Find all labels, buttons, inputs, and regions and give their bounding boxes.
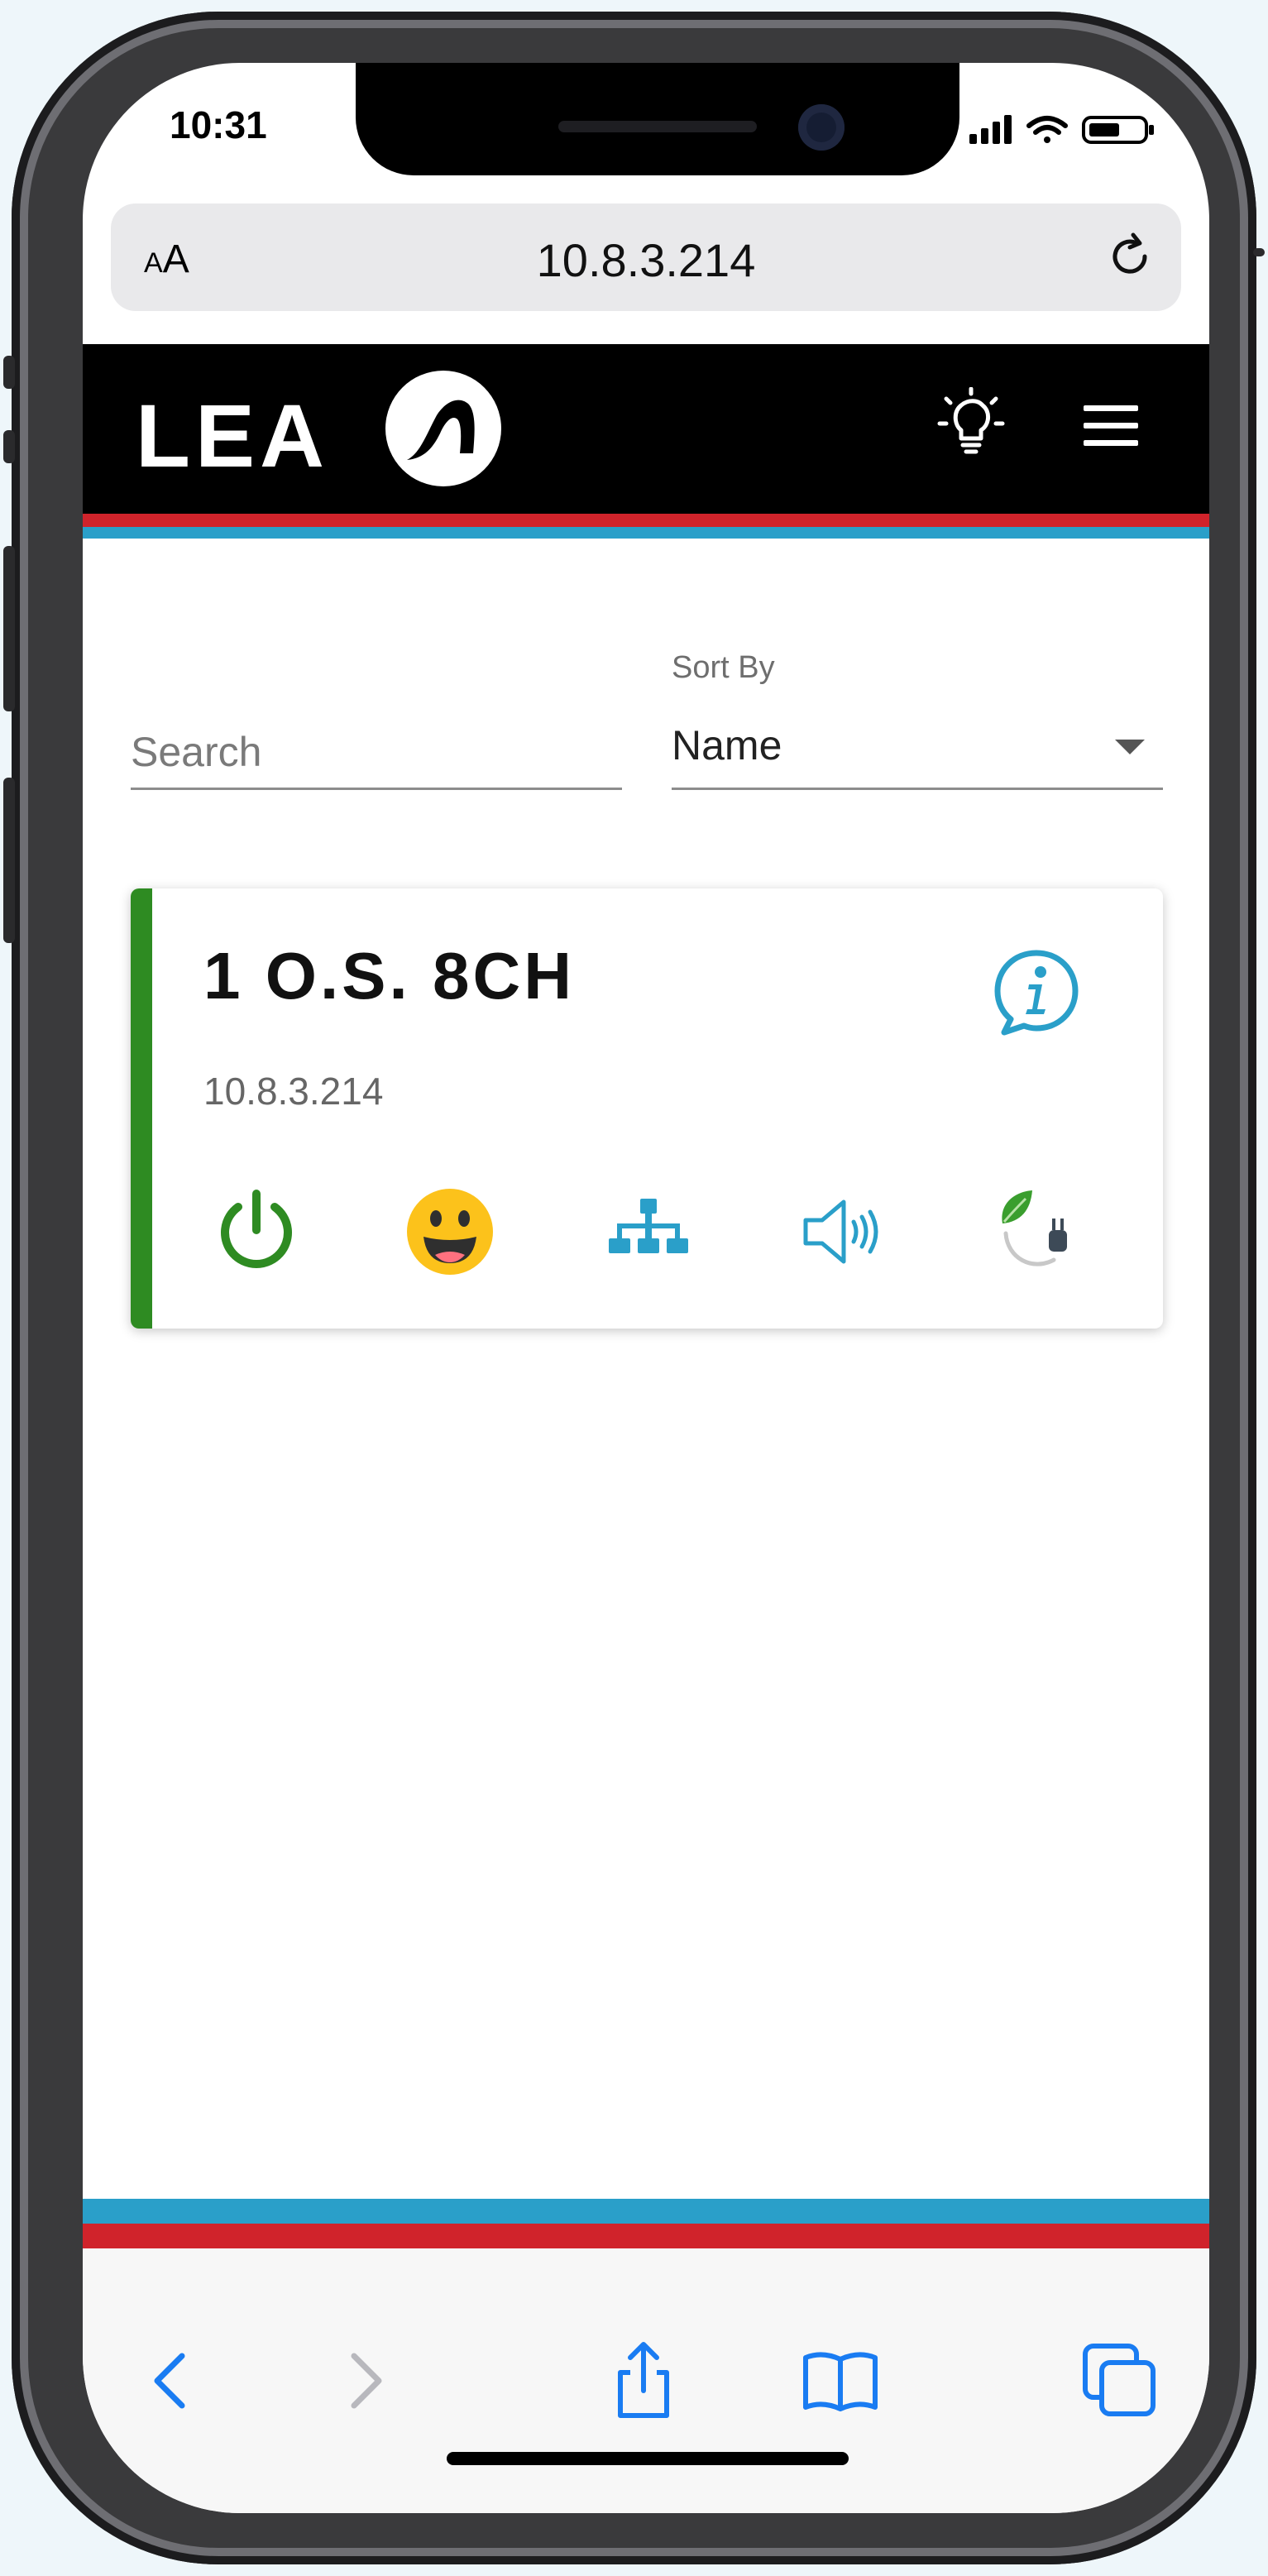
chevron-down-icon xyxy=(1115,740,1145,754)
back-icon[interactable] xyxy=(131,2339,213,2422)
url-text[interactable]: 10.8.3.214 xyxy=(111,233,1181,287)
search-field[interactable] xyxy=(131,692,622,791)
sort-by-label: Sort By xyxy=(672,650,775,685)
info-icon[interactable] xyxy=(991,946,1082,1037)
device-name: 1 O.S. 8CH xyxy=(203,939,576,1013)
device-status-bar xyxy=(131,888,152,1329)
wifi-icon xyxy=(1026,116,1068,143)
bookmarks-icon[interactable] xyxy=(799,2339,882,2422)
smiley-face-icon xyxy=(407,1189,493,1275)
power-icon[interactable] xyxy=(207,1182,306,1281)
lightbulb-icon[interactable] xyxy=(931,387,1011,467)
status-icons xyxy=(969,115,1154,144)
device-card[interactable]: 1 O.S. 8CH 10.8.3.214 xyxy=(131,888,1163,1329)
forward-icon[interactable] xyxy=(323,2339,405,2422)
search-input[interactable] xyxy=(131,716,622,790)
footer-red-stripe xyxy=(83,2224,1209,2248)
header-blue-stripe xyxy=(83,527,1209,539)
eco-power-plug-icon[interactable] xyxy=(988,1182,1087,1281)
phone-side-button xyxy=(3,430,15,463)
sort-by-select[interactable]: Name xyxy=(672,692,1163,790)
app-header: LEA xyxy=(83,344,1209,514)
speaker-icon[interactable] xyxy=(792,1182,892,1281)
brand-name: LEA xyxy=(136,385,329,486)
notch xyxy=(356,63,959,175)
device-ip: 10.8.3.214 xyxy=(203,1070,384,1113)
signal-icon xyxy=(969,115,1012,144)
volume-down-button xyxy=(3,778,15,943)
browser-toolbar xyxy=(83,2248,1209,2513)
phone-screen: 10:31 AA 10.8.3.214 LEA Search Sort By N… xyxy=(83,63,1209,2513)
brand-logo-icon xyxy=(385,371,501,486)
phone-side-button xyxy=(3,356,15,389)
earpiece-speaker xyxy=(558,121,757,132)
share-icon[interactable] xyxy=(602,2339,685,2422)
front-camera xyxy=(798,104,845,151)
network-icon[interactable] xyxy=(599,1182,698,1281)
header-red-stripe xyxy=(83,514,1209,527)
volume-up-button xyxy=(3,546,15,711)
address-bar[interactable]: AA 10.8.3.214 xyxy=(111,203,1181,311)
status-time: 10:31 xyxy=(170,103,267,146)
sort-by-value: Name xyxy=(672,722,782,768)
reload-icon[interactable] xyxy=(1103,230,1156,283)
hamburger-menu-icon[interactable] xyxy=(1080,395,1141,457)
tabs-icon[interactable] xyxy=(1079,2339,1161,2422)
footer-blue-stripe xyxy=(83,2199,1209,2224)
home-indicator[interactable] xyxy=(447,2452,849,2465)
battery-icon xyxy=(1082,116,1154,144)
phone-side-button xyxy=(1253,248,1265,256)
